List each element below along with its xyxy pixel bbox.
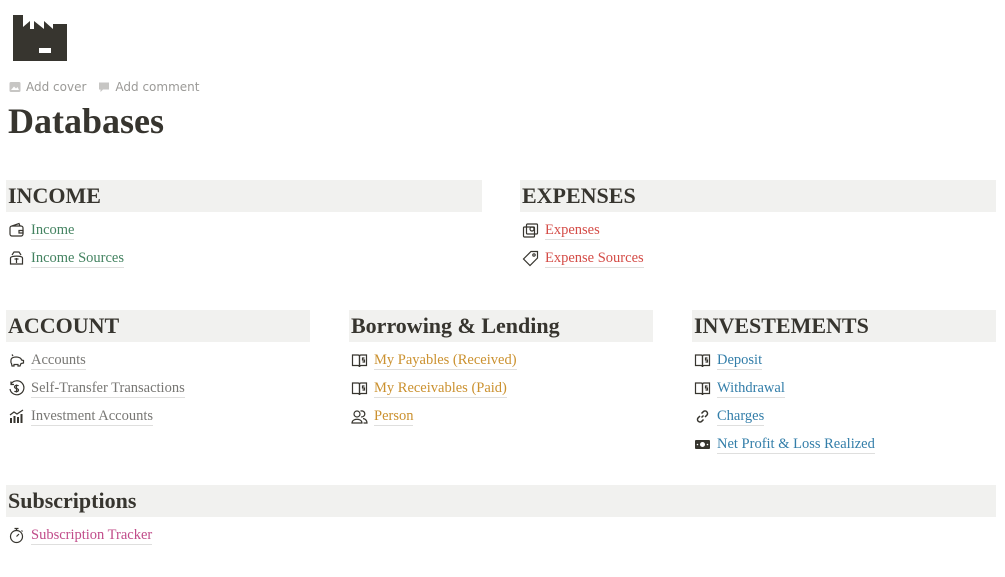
link-label: Net Profit & Loss Realized	[717, 435, 875, 454]
section-heading: Borrowing & Lending	[349, 310, 653, 342]
wallet-icon	[8, 222, 25, 239]
link-self-transfer[interactable]: Self-Transfer Transactions	[6, 374, 310, 402]
link-accounts[interactable]: Accounts	[6, 346, 310, 374]
link-label: Income	[31, 221, 75, 240]
link-list: Subscription Tracker	[6, 521, 996, 549]
add-comment-button[interactable]: Add comment	[98, 80, 199, 94]
link-income[interactable]: Income	[6, 216, 482, 244]
link-list: My Payables (Received) My Receivables (P…	[349, 346, 653, 430]
ledger-icon	[694, 380, 711, 397]
link-label: Self-Transfer Transactions	[31, 379, 185, 398]
link-label: Deposit	[717, 351, 763, 370]
section-heading: ACCOUNT	[6, 310, 310, 342]
link-label: Person	[374, 407, 414, 426]
chart-icon	[8, 408, 25, 425]
link-investment-accounts[interactable]: Investment Accounts	[6, 402, 310, 430]
ledger-icon	[694, 352, 711, 369]
link-label: Subscription Tracker	[31, 526, 153, 545]
link-charges[interactable]: Charges	[692, 402, 996, 430]
link-list: Accounts Self-Transfer Transactions Inve…	[6, 346, 310, 430]
factory-icon	[13, 15, 67, 61]
link-label: Withdrawal	[717, 379, 785, 398]
link-list: Deposit Withdrawal Charges Net Profit & …	[692, 346, 996, 458]
add-cover-button[interactable]: Add cover	[9, 80, 86, 94]
section-borrowing-lending: Borrowing & Lending My Payables (Receive…	[349, 310, 653, 430]
link-my-receivables[interactable]: My Receivables (Paid)	[349, 374, 653, 402]
link-label: My Receivables (Paid)	[374, 379, 507, 398]
banknote-icon	[694, 436, 711, 453]
link-label: Investment Accounts	[31, 407, 154, 426]
section-heading: INVESTEMENTS	[692, 310, 996, 342]
link-person[interactable]: Person	[349, 402, 653, 430]
section-expenses: EXPENSES Expenses Expense Sources	[520, 180, 996, 272]
add-comment-label: Add comment	[115, 80, 200, 94]
link-label: My Payables (Received)	[374, 351, 517, 370]
link-label: Expense Sources	[545, 249, 644, 268]
section-heading: INCOME	[6, 180, 482, 212]
ledger-icon	[351, 380, 368, 397]
link-withdrawal[interactable]: Withdrawal	[692, 374, 996, 402]
money-bag-icon	[8, 250, 25, 267]
link-label: Charges	[717, 407, 765, 426]
section-subscriptions: Subscriptions Subscription Tracker	[6, 485, 996, 549]
section-account: ACCOUNT Accounts Self-Transfer Transacti…	[6, 310, 310, 430]
link-subscription-tracker[interactable]: Subscription Tracker	[6, 521, 996, 549]
piggy-bank-icon	[8, 352, 25, 369]
link-net-profit-loss[interactable]: Net Profit & Loss Realized	[692, 430, 996, 458]
ledger-icon	[351, 352, 368, 369]
link-expense-sources[interactable]: Expense Sources	[520, 244, 996, 272]
link-income-sources[interactable]: Income Sources	[6, 244, 482, 272]
page-title: Databases	[8, 101, 165, 141]
section-investments: INVESTEMENTS Deposit Withdrawal Charges …	[692, 310, 996, 458]
link-label: Income Sources	[31, 249, 125, 268]
link-my-payables[interactable]: My Payables (Received)	[349, 346, 653, 374]
people-icon	[351, 408, 368, 425]
link-label: Accounts	[31, 351, 86, 370]
link-list: Expenses Expense Sources	[520, 216, 996, 272]
image-icon	[9, 82, 21, 92]
link-list: Income Income Sources	[6, 216, 482, 272]
section-heading: EXPENSES	[520, 180, 996, 212]
stopwatch-icon	[8, 527, 25, 544]
link-label: Expenses	[545, 221, 600, 240]
link-deposit[interactable]: Deposit	[692, 346, 996, 374]
dollar-circle-icon	[8, 379, 25, 397]
cash-icon	[522, 222, 539, 239]
add-cover-label: Add cover	[26, 80, 87, 94]
section-heading: Subscriptions	[6, 485, 996, 517]
section-income: INCOME Income Income Sources	[6, 180, 482, 272]
link-icon	[694, 408, 711, 425]
page-actions: Add cover Add comment	[9, 80, 199, 94]
comment-icon	[99, 82, 110, 92]
link-expenses[interactable]: Expenses	[520, 216, 996, 244]
tag-icon	[522, 250, 539, 267]
